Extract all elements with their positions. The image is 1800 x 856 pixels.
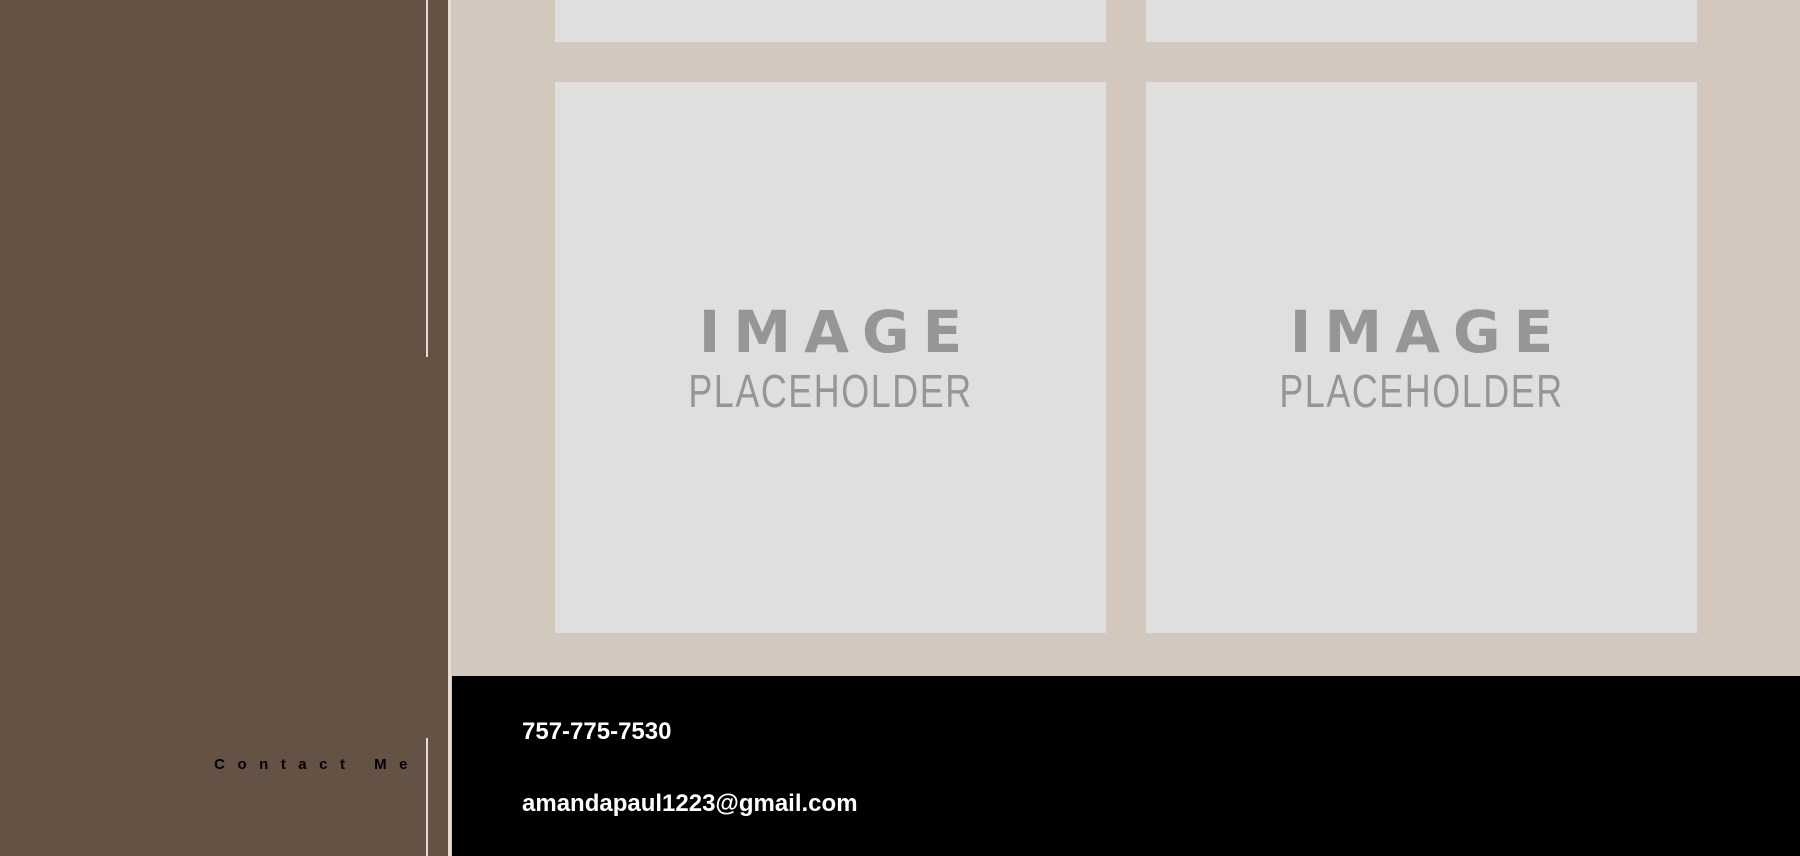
placeholder-line-2: PLACEHOLDER xyxy=(1279,365,1564,417)
nav-link-contact-me[interactable]: Contact Me xyxy=(214,756,420,773)
placeholder-line-1: IMAGE xyxy=(698,298,976,366)
gallery-image-left[interactable]: IMAGE PLACEHOLDER xyxy=(555,82,1106,633)
phone-number[interactable]: 757-775-7530 xyxy=(522,718,671,746)
sidebar xyxy=(0,0,448,856)
placeholder-line-2: PLACEHOLDER xyxy=(688,365,973,417)
sidebar-divider-bottom xyxy=(426,738,428,856)
gallery-image-top-left[interactable] xyxy=(555,0,1106,42)
email-address[interactable]: amandapaul1223@gmail.com xyxy=(522,790,858,818)
image-placeholder: IMAGE PLACEHOLDER xyxy=(1146,302,1697,420)
placeholder-line-1: IMAGE xyxy=(1289,298,1567,366)
gallery-image-right[interactable]: IMAGE PLACEHOLDER xyxy=(1146,82,1697,633)
image-placeholder: IMAGE PLACEHOLDER xyxy=(555,302,1106,420)
footer xyxy=(452,676,1800,856)
gallery-image-top-right[interactable] xyxy=(1146,0,1697,42)
sidebar-divider-top xyxy=(426,0,428,357)
